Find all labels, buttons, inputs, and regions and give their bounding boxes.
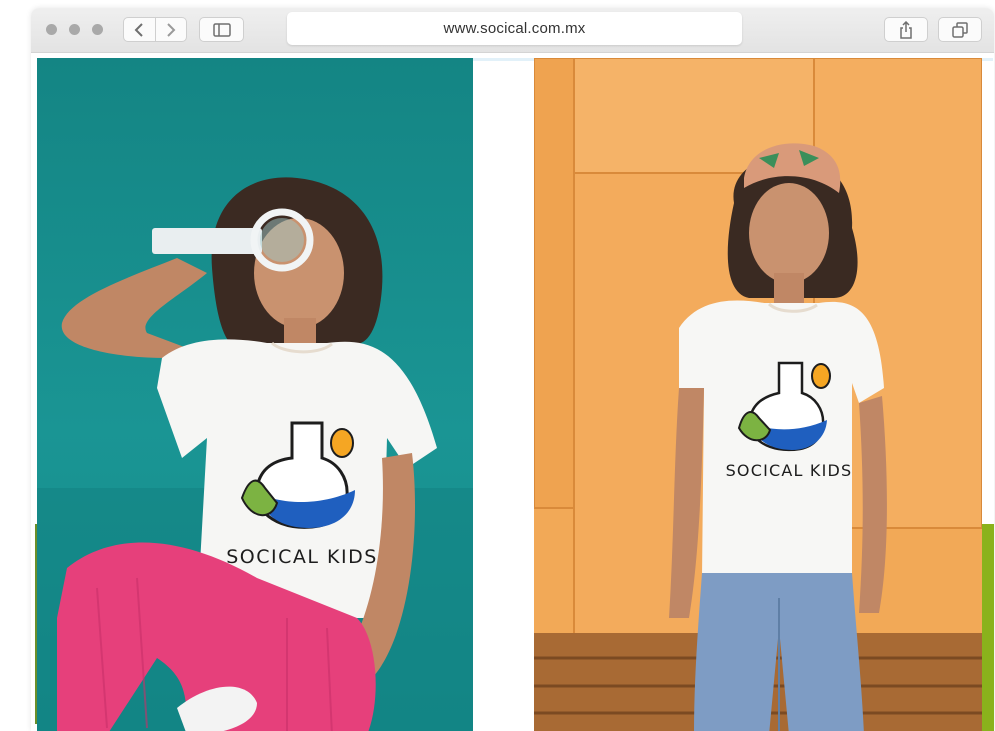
- browser-window: www.socical.com.mx SOCICAL KIDS SOCICAL …: [31, 8, 994, 731]
- chevron-right-icon: [167, 22, 176, 37]
- sidebar-button[interactable]: [199, 17, 244, 42]
- share-icon: [900, 20, 912, 39]
- decorative-strip: [982, 524, 994, 731]
- minimize-window-button[interactable]: [69, 24, 80, 35]
- sidebar-icon: [212, 22, 231, 37]
- address-bar[interactable]: www.socical.com.mx: [287, 12, 742, 45]
- share-button[interactable]: [884, 17, 928, 42]
- zoom-window-button[interactable]: [92, 24, 103, 35]
- forward-button[interactable]: [154, 18, 187, 41]
- url-text: www.socical.com.mx: [443, 20, 586, 37]
- close-window-button[interactable]: [46, 24, 57, 35]
- shirt-logo-text: SOCICAL KIDS: [726, 461, 853, 480]
- show-tabs-button[interactable]: [938, 17, 982, 42]
- girl-with-magnifier-illustration: SOCICAL KIDS: [37, 177, 473, 731]
- back-button[interactable]: [124, 18, 155, 41]
- history-nav: [123, 17, 187, 42]
- page-content: SOCICAL KIDS SOCICAL KIDS: [31, 54, 994, 731]
- browser-toolbar: www.socical.com.mx: [31, 8, 994, 53]
- tabs-icon: [952, 21, 968, 38]
- product-photo-bandana[interactable]: SOCICAL KIDS: [534, 58, 982, 731]
- chevron-left-icon: [134, 22, 143, 37]
- product-photo-magnifier[interactable]: SOCICAL KIDS: [37, 58, 473, 731]
- shirt-logo-text: SOCICAL KIDS: [226, 546, 378, 568]
- girl-with-bandana-illustration: SOCICAL KIDS: [534, 58, 982, 731]
